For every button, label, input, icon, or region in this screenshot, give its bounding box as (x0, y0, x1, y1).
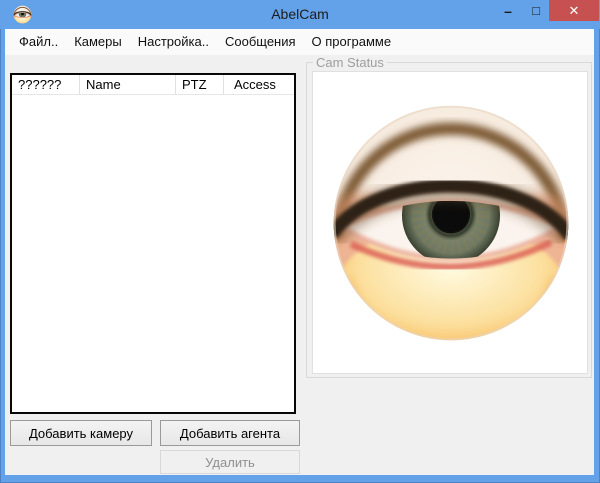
minimize-button[interactable]: – (493, 0, 523, 21)
close-button[interactable]: ✕ (549, 0, 599, 21)
menu-item-cameras[interactable]: Камеры (66, 29, 130, 55)
add-camera-button[interactable]: Добавить камеру (10, 420, 152, 446)
minimize-icon: – (504, 2, 512, 19)
column-header-name[interactable]: Name (80, 75, 176, 94)
menu-item-file[interactable]: Файл.. (11, 29, 66, 55)
close-icon: ✕ (568, 2, 580, 18)
menubar: Файл.. Камеры Настройка.. Сообщения О пр… (5, 29, 594, 55)
abelcam-window: AbelCam – □ ✕ Файл.. Камеры Настройка.. … (0, 0, 600, 483)
cam-status-label: Cam Status (313, 55, 387, 70)
column-header-access[interactable]: Access (224, 75, 294, 94)
column-header-ptz[interactable]: PTZ (176, 75, 224, 94)
titlebar[interactable]: AbelCam – □ ✕ (0, 0, 600, 29)
maximize-icon: □ (532, 3, 540, 18)
menu-item-settings[interactable]: Настройка.. (130, 29, 217, 55)
camera-list-body[interactable] (12, 96, 294, 412)
menu-item-messages[interactable]: Сообщения (217, 29, 304, 55)
menu-item-about[interactable]: О программе (304, 29, 400, 55)
eye-logo-image (326, 98, 576, 348)
maximize-button[interactable]: □ (523, 0, 549, 21)
camera-list: ?????? Name PTZ Access (10, 73, 296, 414)
cam-status-panel (312, 71, 588, 374)
window-controls: – □ ✕ (493, 0, 599, 21)
column-header-questions[interactable]: ?????? (12, 75, 80, 94)
delete-button[interactable]: Удалить (160, 450, 300, 474)
add-agent-button[interactable]: Добавить агента (160, 420, 300, 446)
camera-list-header: ?????? Name PTZ Access (12, 75, 294, 95)
